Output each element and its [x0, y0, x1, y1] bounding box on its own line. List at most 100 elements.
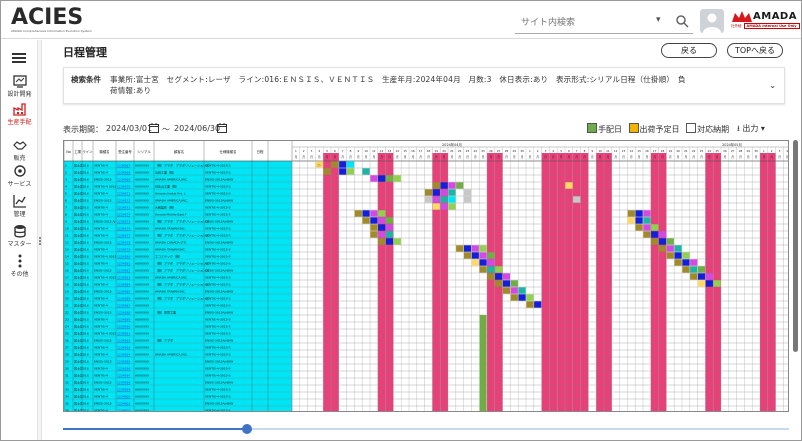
table-cell: VENTIS-4-3015-S [205, 324, 231, 328]
table-cell: VENTIS-4 [94, 247, 108, 251]
sidebar-item-sales[interactable]: 販売 [1, 138, 38, 162]
acies-logo[interactable]: ACIES AMADA Comprehensive Information Ev… [11, 7, 92, 34]
table-cell: 016 [83, 219, 89, 223]
table-cell: 016 [83, 226, 89, 230]
legend-swatch-due [686, 123, 697, 133]
search-input[interactable] [521, 15, 651, 31]
sidebar-item-management[interactable]: 管理 [1, 194, 38, 218]
weekday-label: 月 [692, 155, 695, 159]
schedule-cell [635, 210, 643, 217]
weekday-label: 月 [677, 155, 680, 159]
table-cell: 016 [83, 387, 89, 391]
export-button[interactable]: ⭳ 出力 ▾ [737, 123, 765, 137]
search-icon[interactable] [675, 14, 689, 28]
schedule-cell [385, 217, 394, 224]
search-conditions-panel[interactable]: 検索条件 事業所:富士宮 セグメント:レーザ ライン:016:ＥＮＳＩＳ、ＶＥＮ… [63, 67, 785, 104]
sidebar-item-service[interactable]: サービス [1, 164, 38, 188]
table-cell: （株）アマダ アマダソリューションズ [155, 260, 209, 265]
table-cell: 日比山工業（株） [155, 183, 179, 188]
chevron-down-icon[interactable]: ⌄ [769, 81, 776, 90]
schedule-cell [440, 196, 448, 203]
slider-thumb[interactable] [242, 424, 252, 434]
table-cell: AMADA TAIWAN INC. [155, 289, 186, 293]
brand-badge: 社外秘 [731, 24, 742, 28]
day-number: 22 [692, 149, 696, 153]
page-title: 日程管理 [63, 46, 107, 59]
table-cell: 1234593 [117, 345, 130, 349]
table-cell: A0XXXXX [135, 289, 149, 293]
table-cell: （株）アマダ アマダソリューションズ [155, 281, 209, 286]
table-cell: 18 [65, 282, 69, 286]
day-number: 3 [779, 149, 781, 153]
table-cell: 016 [83, 191, 89, 195]
hamburger-menu-icon[interactable] [12, 53, 26, 63]
sidebar-item-production[interactable]: 生産手配 [1, 102, 38, 126]
table-cell: ENSIS-3015AJ-6KW [205, 240, 233, 244]
date-to-field[interactable]: 2024/06/30 [174, 124, 220, 133]
sidebar-item-design[interactable]: 設計開発 [1, 74, 38, 98]
table-cell: 富士宮 [74, 393, 83, 398]
schedule-cell [502, 280, 511, 287]
schedule-grid[interactable]: No 工場 ライン 機種名 受注番号 シリアル 顧客名 仕様機種名 日程 1 富士宮 016 VENTI… [63, 140, 789, 412]
brand-name: AMADA [753, 11, 797, 22]
vertical-scrollbar[interactable] [792, 140, 798, 412]
holiday-column [580, 153, 589, 411]
horizontal-scroll-slider[interactable] [63, 424, 789, 434]
day-number: 2 [303, 149, 305, 153]
weekday-label: 月 [614, 155, 617, 159]
table-cell: 9 [65, 219, 67, 223]
filter-label: 検索条件 [71, 75, 101, 84]
weekday-label: 月 [591, 155, 594, 159]
table-cell: VENTIS-4-3015-S [205, 282, 231, 286]
table-cell: 富士宮 [74, 246, 83, 251]
table-cell: ENSIS-3015 [94, 338, 112, 342]
amada-brand: AMADA 社外秘 AMADA Internal Use Only [729, 9, 800, 35]
drag-handle-icon[interactable] [38, 236, 42, 248]
site-search[interactable]: ▾ [515, 12, 693, 34]
table-cell: 富士宮 [74, 316, 83, 321]
table-cell: 1234589 [117, 317, 130, 321]
table-cell: VENTIS-4 3015 [94, 275, 116, 279]
table-cell: AMADA AMERICA,INC. [155, 177, 188, 181]
day-number: 12 [380, 149, 384, 153]
sidebar-splitter[interactable] [38, 40, 42, 440]
table-cell: VENTIS-4-3015-S [205, 373, 231, 377]
schedule-cell [385, 238, 394, 245]
table-cell: ENSIS-3015AJ-6KW [205, 359, 233, 363]
sidebar-item-master[interactable]: マスター [1, 224, 38, 248]
schedule-cell [674, 252, 682, 259]
table-cell: ENSIS-3015AJ-6KW [205, 380, 233, 384]
schedule-cell [424, 196, 433, 203]
table-cell: （株）アマダ アマダソリューションズ [155, 232, 209, 237]
table-cell: A0XXXXX [135, 394, 149, 398]
caret-down-icon[interactable]: ▾ [656, 15, 661, 25]
table-cell: 1234595 [117, 359, 130, 363]
table-cell: 1234597 [117, 373, 130, 377]
table-cell: ENSIS-3015AJ-6KW [205, 289, 233, 293]
calendar-icon[interactable] [217, 123, 227, 133]
column-header: No [66, 150, 71, 154]
sidebar-item-other[interactable]: その他 [1, 254, 38, 278]
table-cell: A0XXXXX [135, 240, 149, 244]
schedule-cell [643, 231, 651, 238]
table-cell: 16 [65, 268, 69, 272]
table-cell: VENTIS-4-3015-S [205, 191, 231, 195]
sidebar-label: その他 [10, 271, 29, 278]
table-cell: 016 [83, 205, 89, 209]
vertical-scroll-thumb[interactable] [793, 140, 798, 352]
date-from-field[interactable]: 2024/03/01 [106, 124, 152, 133]
user-avatar-icon[interactable] [700, 9, 724, 33]
day-number: 27 [731, 149, 735, 153]
calendar-icon[interactable] [149, 123, 159, 133]
table-cell: 016 [83, 373, 89, 377]
day-number: 24 [474, 149, 478, 153]
top-button[interactable]: TOPへ戻る [727, 43, 783, 58]
table-cell: 6 [65, 198, 67, 202]
table-cell: A0XXXXX [135, 331, 149, 335]
schedule-cell [682, 266, 690, 273]
schedule-cell [705, 273, 713, 280]
table-cell: VENTIS-4 [94, 296, 108, 300]
weekday-label: 月 [482, 155, 485, 159]
back-button[interactable]: 戻る [661, 43, 717, 58]
table-cell: 富士宮 [74, 407, 83, 412]
